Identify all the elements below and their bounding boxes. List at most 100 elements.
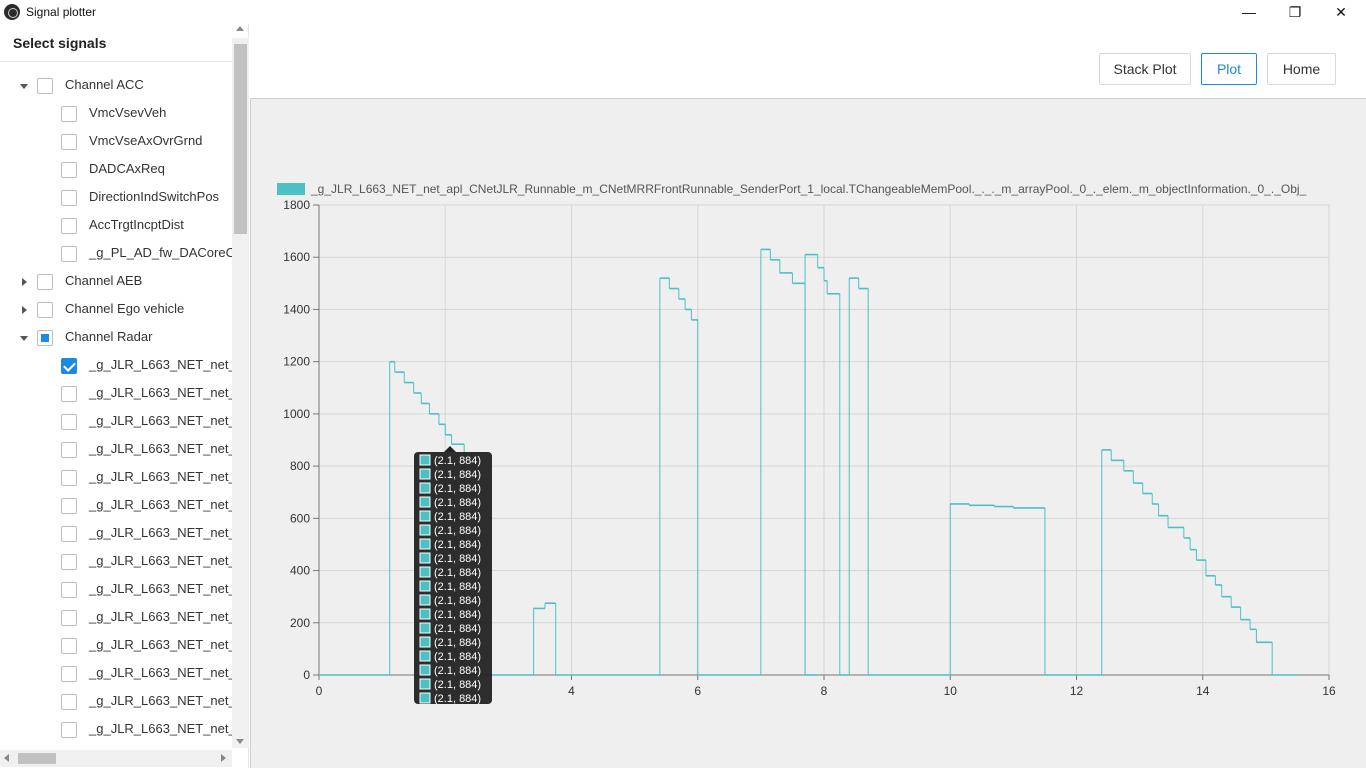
tree-signal-row[interactable]: _g_PL_AD_fw_DACoreC bbox=[0, 240, 232, 268]
tooltip-value: (2.1, 884) bbox=[434, 693, 481, 705]
tree-item-label: Channel Ego vehicle bbox=[65, 301, 185, 316]
tree-signal-row[interactable]: _g_JLR_L663_NET_net_a bbox=[0, 660, 232, 688]
tree-item-label: _g_JLR_L663_NET_net_a bbox=[89, 609, 232, 624]
signal-checkbox[interactable] bbox=[61, 386, 77, 402]
plot-button[interactable]: Plot bbox=[1201, 53, 1257, 85]
close-button[interactable]: ✕ bbox=[1318, 0, 1364, 24]
tree-channel-row[interactable]: Channel Ego vehicle bbox=[0, 296, 232, 324]
tooltip-value: (2.1, 884) bbox=[434, 581, 481, 593]
signal-checkbox[interactable] bbox=[61, 106, 77, 122]
tree-channel-row[interactable]: Channel Radar bbox=[0, 324, 232, 352]
tree-channel-row[interactable]: Channel AEB bbox=[0, 268, 232, 296]
signal-chart[interactable]: _g_JLR_L663_NET_net_apl_CNetJLR_Runnable… bbox=[250, 98, 1366, 768]
caret-right-icon[interactable] bbox=[22, 278, 27, 286]
signal-checkbox[interactable] bbox=[61, 190, 77, 206]
signal-checkbox[interactable] bbox=[61, 666, 77, 682]
tooltip-value: (2.1, 884) bbox=[434, 525, 481, 537]
tree-item-label: AccTrgtIncptDist bbox=[89, 217, 184, 232]
tree-signal-row[interactable]: _g_JLR_L663_NET_net_a bbox=[0, 520, 232, 548]
tooltip-value: (2.1, 884) bbox=[434, 623, 481, 635]
signal-checkbox[interactable] bbox=[61, 162, 77, 178]
tree-signal-row[interactable]: _g_JLR_L663_NET_net_a bbox=[0, 576, 232, 604]
signal-checkbox[interactable] bbox=[61, 610, 77, 626]
caret-down-icon[interactable] bbox=[20, 84, 28, 89]
tree-item-label: VmcVseAxOvrGrnd bbox=[89, 133, 203, 148]
signal-tree: Channel ACC VmcVsevVeh VmcVseAxOvrGrnd DADC… bbox=[0, 72, 232, 748]
horizontal-scrollbar-thumb[interactable] bbox=[18, 753, 56, 764]
signal-checkbox[interactable] bbox=[37, 78, 53, 94]
tree-signal-row[interactable]: _g_JLR_L663_NET_net_a bbox=[0, 688, 232, 716]
y-tick-label: 800 bbox=[290, 459, 310, 473]
tooltip-value: (2.1, 884) bbox=[434, 609, 481, 621]
signal-checkbox[interactable] bbox=[61, 246, 77, 262]
horizontal-scrollbar[interactable] bbox=[0, 750, 232, 767]
tree-signal-row[interactable]: _g_JLR_L663_NET_net_a bbox=[0, 436, 232, 464]
tree-signal-row[interactable]: VmcVsevVeh bbox=[0, 100, 232, 128]
signal-checkbox[interactable] bbox=[37, 302, 53, 318]
tree-item-label: _g_PL_AD_fw_DACoreC bbox=[89, 245, 232, 260]
signal-checkbox[interactable] bbox=[61, 638, 77, 654]
tree-signal-row[interactable]: _g_JLR_L663_NET_net_a bbox=[0, 604, 232, 632]
x-tick-label: 14 bbox=[1196, 684, 1210, 698]
scroll-right-arrow-icon[interactable] bbox=[221, 754, 226, 762]
signal-checkbox[interactable] bbox=[61, 218, 77, 234]
minimize-button[interactable]: — bbox=[1226, 0, 1272, 24]
signal-checkbox[interactable] bbox=[61, 554, 77, 570]
tooltip-pointer bbox=[444, 446, 456, 452]
tree-signal-row[interactable]: _g_JLR_L663_NET_net_a bbox=[0, 632, 232, 660]
vertical-scrollbar[interactable] bbox=[232, 38, 249, 748]
tree-item-label: Channel ACC bbox=[65, 77, 144, 92]
tree-channel-row[interactable]: Channel ACC bbox=[0, 72, 232, 100]
tree-signal-row[interactable]: _g_JLR_L663_NET_net_a bbox=[0, 716, 232, 744]
tree-signal-row[interactable]: _g_JLR_L663_NET_net_a bbox=[0, 408, 232, 436]
tree-signal-row[interactable]: AccTrgtIncptDist bbox=[0, 212, 232, 240]
tooltip-swatch bbox=[419, 594, 431, 606]
tooltip-value: (2.1, 884) bbox=[434, 665, 481, 677]
tooltip-value: (2.1, 884) bbox=[434, 553, 481, 565]
x-tick-label: 4 bbox=[568, 684, 575, 698]
tooltip-swatch bbox=[419, 496, 431, 508]
tree-signal-row[interactable]: _g_JLR_L663_NET_net_a bbox=[0, 380, 232, 408]
signal-checkbox[interactable] bbox=[61, 442, 77, 458]
tree-signal-row[interactable]: DirectionIndSwitchPos bbox=[0, 184, 232, 212]
tree-signal-row[interactable]: DADCAxReq bbox=[0, 156, 232, 184]
signal-checkbox[interactable] bbox=[37, 330, 53, 346]
tree-signal-row[interactable]: _g_JLR_L663_NET_net_a bbox=[0, 492, 232, 520]
tree-signal-row[interactable]: _g_JLR_L663_NET_net_a bbox=[0, 548, 232, 576]
caret-down-icon[interactable] bbox=[20, 336, 28, 341]
tooltip-swatch bbox=[419, 650, 431, 662]
tooltip-value: (2.1, 884) bbox=[434, 455, 481, 467]
title-bar: Signal plotter — ❐ ✕ bbox=[0, 0, 1366, 24]
tooltip-swatch bbox=[419, 566, 431, 578]
x-tick-label: 12 bbox=[1070, 684, 1084, 698]
signal-checkbox[interactable] bbox=[61, 414, 77, 430]
tree-item-label: _g_JLR_L663_NET_net_a bbox=[89, 525, 232, 540]
tree-signal-row[interactable]: VmcVseAxOvrGrnd bbox=[0, 128, 232, 156]
scroll-down-arrow-icon[interactable] bbox=[236, 739, 244, 744]
x-tick-label: 8 bbox=[821, 684, 828, 698]
signal-checkbox[interactable] bbox=[61, 722, 77, 738]
tree-signal-row[interactable]: _g_JLR_L663_NET_net_a bbox=[0, 464, 232, 492]
scroll-up-arrow-icon[interactable] bbox=[236, 26, 244, 31]
tree-signal-row[interactable]: _g_JLR_L663_NET_net_a bbox=[0, 352, 232, 380]
tree-item-label: _g_JLR_L663_NET_net_a bbox=[89, 469, 232, 484]
signal-checkbox[interactable] bbox=[61, 134, 77, 150]
maximize-button[interactable]: ❐ bbox=[1272, 0, 1318, 24]
signal-checkbox[interactable] bbox=[37, 274, 53, 290]
vertical-scrollbar-thumb[interactable] bbox=[234, 44, 247, 234]
tree-item-label: _g_JLR_L663_NET_net_a bbox=[89, 553, 232, 568]
scroll-left-arrow-icon[interactable] bbox=[4, 754, 9, 762]
tooltip-swatch bbox=[419, 524, 431, 536]
y-tick-label: 600 bbox=[290, 511, 310, 525]
signal-checkbox[interactable] bbox=[61, 358, 77, 374]
home-button[interactable]: Home bbox=[1267, 53, 1336, 85]
signal-checkbox[interactable] bbox=[61, 470, 77, 486]
signal-checkbox[interactable] bbox=[61, 498, 77, 514]
tree-item-label: _g_JLR_L663_NET_net_a bbox=[89, 413, 232, 428]
tree-item-label: _g_JLR_L663_NET_net_a bbox=[89, 693, 232, 708]
signal-checkbox[interactable] bbox=[61, 582, 77, 598]
stack-plot-button[interactable]: Stack Plot bbox=[1099, 53, 1191, 85]
signal-checkbox[interactable] bbox=[61, 526, 77, 542]
signal-checkbox[interactable] bbox=[61, 694, 77, 710]
caret-right-icon[interactable] bbox=[22, 306, 27, 314]
